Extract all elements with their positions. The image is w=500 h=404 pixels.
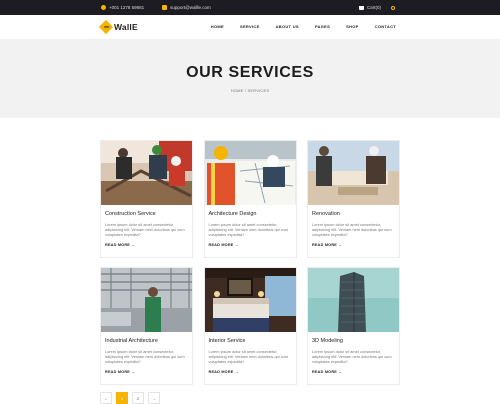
nav-contact[interactable]: CONTACT [375, 24, 396, 29]
read-more-link[interactable]: READ MORE → [312, 243, 395, 247]
service-title[interactable]: Renovation [312, 211, 395, 217]
read-more-link[interactable]: READ MORE → [209, 243, 292, 247]
service-card[interactable]: Industrial Architecture Lorem ipsum dolo… [100, 267, 193, 385]
industrial-warehouse-photo [101, 268, 192, 332]
pagination-page-2[interactable]: 2 [132, 392, 144, 404]
envelope-icon [162, 5, 168, 10]
cart-icon [358, 5, 364, 10]
nav-service[interactable]: SERVICE [240, 24, 260, 29]
email-address[interactable]: support@wallle.com [170, 5, 211, 10]
service-card[interactable]: 3D Modeling Lorem ipsum dolor sit amet c… [307, 267, 400, 385]
architect-blueprint-photo [204, 141, 296, 205]
service-description: Lorem ipsum dolor sit amet consectetur, … [208, 222, 289, 238]
nav-pages[interactable]: PAGES [315, 24, 330, 29]
pagination-prev[interactable]: ← [100, 392, 112, 404]
navbar: WallE HOME SERVICE ABOUT US PAGES SHOP C… [0, 15, 500, 38]
pagination-next[interactable]: → [148, 392, 160, 404]
logo[interactable]: WallE [98, 19, 138, 34]
nav-about-us[interactable]: ABOUT US [276, 24, 299, 29]
read-more-link[interactable]: READ MORE → [312, 370, 395, 374]
main-nav: HOME SERVICE ABOUT US PAGES SHOP CONTACT [211, 24, 396, 29]
pagination: ← 1 2 → [100, 392, 160, 404]
service-description: Lorem ipsum dolor sit amet consectetur, … [312, 349, 392, 365]
cart-label: Cart(0) [366, 5, 381, 10]
service-card[interactable]: Construction Service Lorem ipsum dolor s… [100, 140, 193, 258]
page-hero: OUR SERVICES HOME / SERVICES [0, 39, 500, 118]
pagination-page-1[interactable]: 1 [116, 392, 128, 404]
topbar-actions: Cart(0) [358, 5, 395, 10]
service-title[interactable]: 3D Modeling [312, 338, 395, 344]
read-more-link[interactable]: READ MORE → [209, 370, 292, 374]
hotel-bedroom-photo [204, 268, 296, 332]
nav-home[interactable]: HOME [211, 24, 224, 29]
service-title[interactable]: Interior Service [209, 338, 292, 344]
phone-number[interactable]: +001 1278 59881 [109, 5, 144, 10]
phone-icon [101, 5, 106, 10]
construction-workers-photo [101, 141, 192, 205]
service-card[interactable]: Renovation Lorem ipsum dolor sit amet co… [307, 140, 400, 258]
nav-shop[interactable]: SHOP [346, 24, 359, 29]
read-more-link[interactable]: READ MORE → [105, 370, 188, 374]
service-card[interactable]: Architecture Design Lorem ipsum dolor si… [203, 140, 297, 258]
cart-button[interactable]: Cart(0) [358, 5, 381, 10]
skyscraper-photo [308, 268, 399, 332]
top-bar: +001 1278 59881 support@wallle.com Cart(… [0, 0, 500, 15]
service-description: Lorem ipsum dolor sit amet consectetur, … [208, 349, 289, 365]
service-title[interactable]: Construction Service [105, 211, 188, 217]
service-description: Lorem ipsum dolor sit amet consectetur, … [105, 349, 185, 365]
service-card[interactable]: Interior Service Lorem ipsum dolor sit a… [203, 267, 297, 385]
service-title[interactable]: Architecture Design [209, 211, 292, 217]
email-info: support@wallle.com [162, 5, 211, 10]
service-title[interactable]: Industrial Architecture [105, 338, 188, 344]
page-title: OUR SERVICES [186, 64, 314, 81]
service-description: Lorem ipsum dolor sit amet consectetur, … [105, 222, 185, 238]
phone-info: +001 1278 59881 [101, 5, 144, 10]
search-icon[interactable] [391, 5, 395, 10]
renovation-workers-photo [308, 141, 399, 205]
read-more-link[interactable]: READ MORE → [105, 243, 188, 247]
logo-mark-icon [98, 19, 114, 34]
service-description: Lorem ipsum dolor sit amet consectetur, … [312, 222, 392, 238]
breadcrumb[interactable]: HOME / SERVICES [231, 88, 270, 93]
contact-info: +001 1278 59881 support@wallle.com [101, 5, 211, 10]
services-grid: Construction Service Lorem ipsum dolor s… [100, 140, 400, 385]
brand-name: WallE [114, 21, 138, 32]
